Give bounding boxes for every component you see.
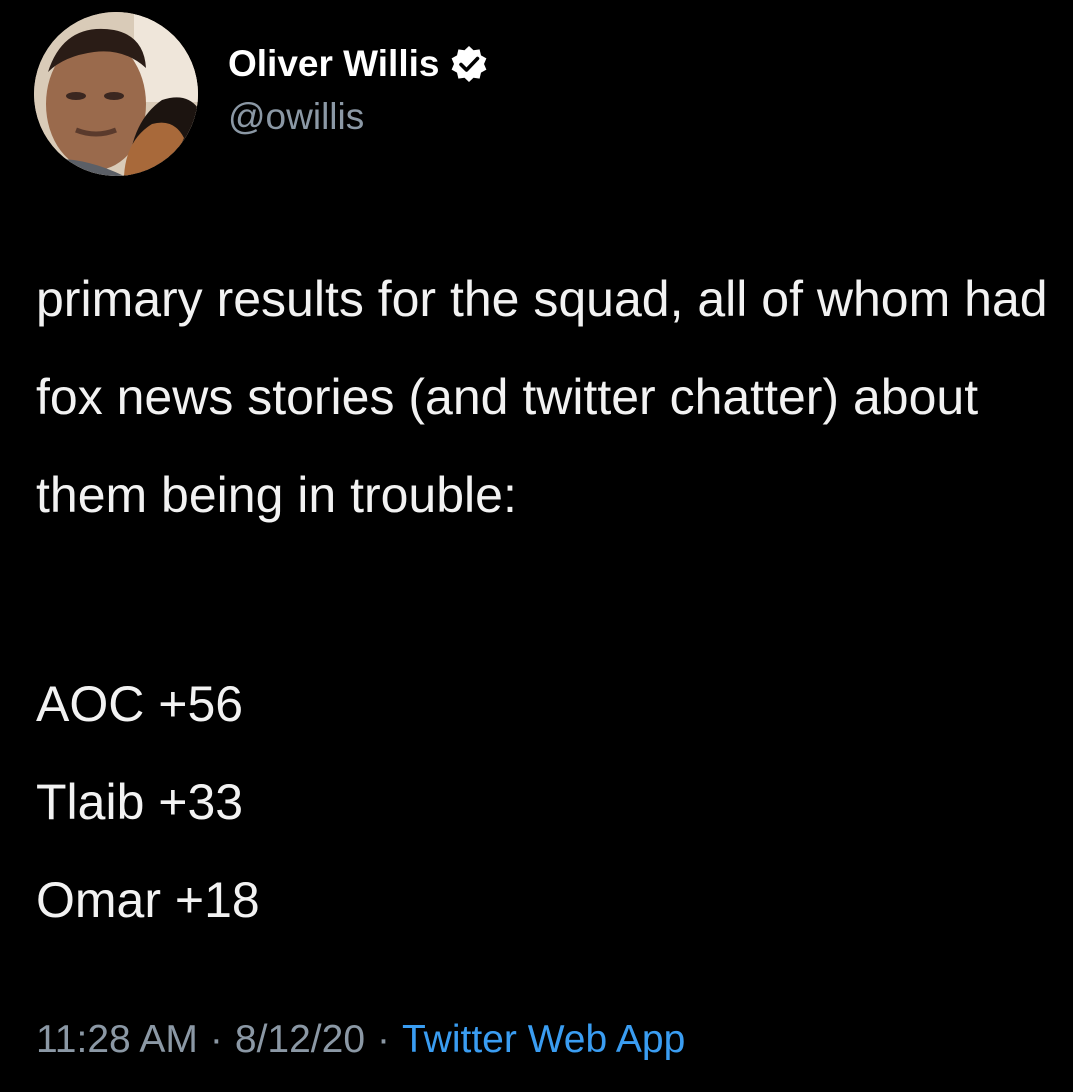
tweet-text: primary results for the squad, all of wh… <box>36 271 1062 523</box>
tweet-time[interactable]: 11:28 AM <box>36 1018 198 1062</box>
tweet-date[interactable]: 8/12/20 <box>235 1018 365 1062</box>
meta-separator: · <box>377 1018 391 1061</box>
author-block: Oliver Willis @owillis <box>228 36 489 138</box>
user-handle[interactable]: @owillis <box>228 96 489 138</box>
result-line-omar: Omar +18 <box>36 872 260 928</box>
verified-badge-icon <box>449 44 489 84</box>
tweet-metadata: 11:28 AM · 8/12/20 · Twitter Web App <box>36 1018 685 1062</box>
results-list: AOC +56 Tlaib +33 Omar +18 <box>36 655 636 949</box>
tweet-card: Oliver Willis @owillis primary results f… <box>0 0 1073 1092</box>
tweet-source-link[interactable]: Twitter Web App <box>402 1018 685 1062</box>
display-name[interactable]: Oliver Willis <box>228 43 439 85</box>
result-line-aoc: AOC +56 <box>36 676 244 732</box>
result-line-tlaib: Tlaib +33 <box>36 774 244 830</box>
meta-separator: · <box>209 1018 223 1061</box>
display-name-row: Oliver Willis <box>228 36 489 92</box>
avatar-image <box>34 12 198 176</box>
avatar[interactable] <box>34 12 198 176</box>
